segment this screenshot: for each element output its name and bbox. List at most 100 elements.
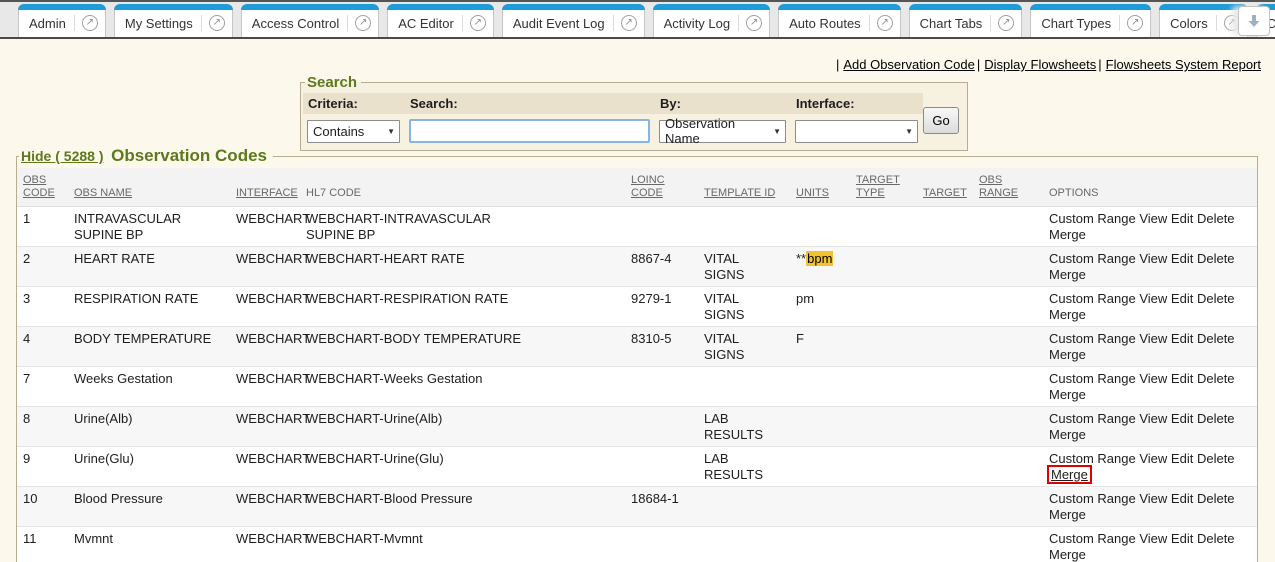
option-link-edit[interactable]: Edit [1171,451,1193,466]
option-link-view[interactable]: View [1139,251,1167,266]
interface-select[interactable]: ▼ [795,120,918,143]
option-link-delete[interactable]: Delete [1197,291,1235,306]
units-cell: F [796,326,856,366]
column-header-obs-name[interactable]: OBS NAME [74,168,236,206]
loinc-code-cell [631,366,704,406]
column-header-hl7-code: HL7 CODE [306,168,631,206]
option-link-merge[interactable]: Merge [1049,507,1086,522]
interface-cell: WEBCHART [236,406,306,446]
tab-access-control[interactable]: Access Control ↗ [241,4,379,37]
tab-ac-editor[interactable]: AC Editor ↗ [387,4,494,37]
option-link-view[interactable]: View [1139,211,1167,226]
option-link-custom-range[interactable]: Custom Range [1049,291,1136,306]
option-link-merge[interactable]: Merge [1049,347,1086,362]
option-link-merge[interactable]: Merge [1049,427,1086,442]
popout-icon[interactable]: ↗ [1216,15,1240,31]
option-link-edit[interactable]: Edit [1171,251,1193,266]
by-select[interactable]: Observation Name ▼ [659,120,786,143]
tab-admin[interactable]: Admin↗ [18,4,106,37]
quick-link-display-flowsheets[interactable]: Display Flowsheets [984,57,1096,72]
column-header-loinc-code[interactable]: LOINCCODE [631,168,704,206]
popout-icon[interactable]: ↗ [347,15,371,31]
option-link-merge[interactable]: Merge [1049,387,1086,402]
option-link-view[interactable]: View [1139,371,1167,386]
tab-overflow-button[interactable] [1238,6,1270,36]
option-link-merge[interactable]: Merge [1049,227,1086,242]
option-link-delete[interactable]: Delete [1197,211,1235,226]
option-link-edit[interactable]: Edit [1171,491,1193,506]
popout-icon[interactable]: ↗ [74,15,98,31]
option-link-delete[interactable]: Delete [1197,451,1235,466]
popout-icon[interactable]: ↗ [613,15,637,31]
option-link-view[interactable]: View [1139,291,1167,306]
option-link-custom-range[interactable]: Custom Range [1049,371,1136,386]
column-header-obs-range[interactable]: OBSRANGE [979,168,1049,206]
option-link-edit[interactable]: Edit [1171,371,1193,386]
option-link-edit[interactable]: Edit [1171,211,1193,226]
hide-count-link[interactable]: Hide ( 5288 ) [21,148,103,164]
column-header-target[interactable]: TARGET [923,168,979,206]
popout-icon[interactable]: ↗ [869,15,893,31]
tab-audit-event-log[interactable]: Audit Event Log↗ [502,4,645,37]
option-link-edit[interactable]: Edit [1171,531,1193,546]
option-link-view[interactable]: View [1139,331,1167,346]
option-link-delete[interactable]: Delete [1197,531,1235,546]
option-link-custom-range[interactable]: Custom Range [1049,491,1136,506]
quick-link-flowsheets-system-report[interactable]: Flowsheets System Report [1106,57,1261,72]
option-link-custom-range[interactable]: Custom Range [1049,331,1136,346]
column-header-obs-code[interactable]: OBSCODE [17,168,74,206]
option-link-edit[interactable]: Edit [1171,291,1193,306]
column-header-text: OBS [23,174,68,187]
column-header-interface[interactable]: INTERFACE [236,168,306,206]
option-link-custom-range[interactable]: Custom Range [1049,531,1136,546]
popout-icon[interactable]: ↗ [738,15,762,31]
hl7-code-cell: WEBCHART-Urine(Alb) [306,406,631,446]
go-button[interactable]: Go [923,107,959,134]
option-link-custom-range[interactable]: Custom Range [1049,451,1136,466]
popout-icon[interactable]: ↗ [462,15,486,31]
option-link-edit[interactable]: Edit [1171,411,1193,426]
by-select-value: Observation Name [665,116,767,146]
option-link-view[interactable]: View [1139,451,1167,466]
search-input[interactable] [409,119,650,143]
tab-label: Access Control [252,16,339,31]
column-header-target-type[interactable]: TARGETTYPE [856,168,923,206]
tab-auto-routes[interactable]: Auto Routes↗ [778,4,901,37]
option-link-custom-range[interactable]: Custom Range [1049,211,1136,226]
column-header-options: OPTIONS [1049,168,1257,206]
option-link-delete[interactable]: Delete [1197,251,1235,266]
option-link-custom-range[interactable]: Custom Range [1049,251,1136,266]
column-header-text: CODE [23,187,68,200]
option-link-view[interactable]: View [1139,411,1167,426]
option-link-merge[interactable]: Merge [1047,465,1092,484]
quick-link-add-observation-code[interactable]: Add Observation Code [843,57,975,72]
tab-my-settings[interactable]: My Settings↗ [114,4,233,37]
obs-code-cell: 9 [17,446,74,486]
option-link-delete[interactable]: Delete [1197,491,1235,506]
option-link-view[interactable]: View [1139,531,1167,546]
column-header-units[interactable]: UNITS [796,168,856,206]
criteria-select[interactable]: Contains ▼ [307,120,400,143]
option-link-merge[interactable]: Merge [1049,307,1086,322]
obs-code-cell: 11 [17,526,74,562]
option-link-edit[interactable]: Edit [1171,331,1193,346]
hl7-code-cell: WEBCHART-Blood Pressure [306,486,631,526]
option-link-delete[interactable]: Delete [1197,371,1235,386]
option-link-merge[interactable]: Merge [1049,547,1086,562]
tab-chart-types[interactable]: Chart Types↗ [1030,4,1151,37]
tab-label: AC Editor [398,16,454,31]
option-link-merge[interactable]: Merge [1049,267,1086,282]
units-cell [796,486,856,526]
obs-code-cell: 3 [17,286,74,326]
popout-icon[interactable]: ↗ [1119,15,1143,31]
option-link-delete[interactable]: Delete [1197,411,1235,426]
tab-chart-tabs[interactable]: Chart Tabs↗ [909,4,1023,37]
column-header-template-id[interactable]: TEMPLATE ID [704,168,796,206]
popout-icon[interactable]: ↗ [990,15,1014,31]
option-link-custom-range[interactable]: Custom Range [1049,411,1136,426]
tab-activity-log[interactable]: Activity Log↗ [653,4,770,37]
option-link-view[interactable]: View [1139,491,1167,506]
option-link-delete[interactable]: Delete [1197,331,1235,346]
popout-icon[interactable]: ↗ [201,15,225,31]
tab-colors[interactable]: Colors↗ [1159,4,1248,37]
